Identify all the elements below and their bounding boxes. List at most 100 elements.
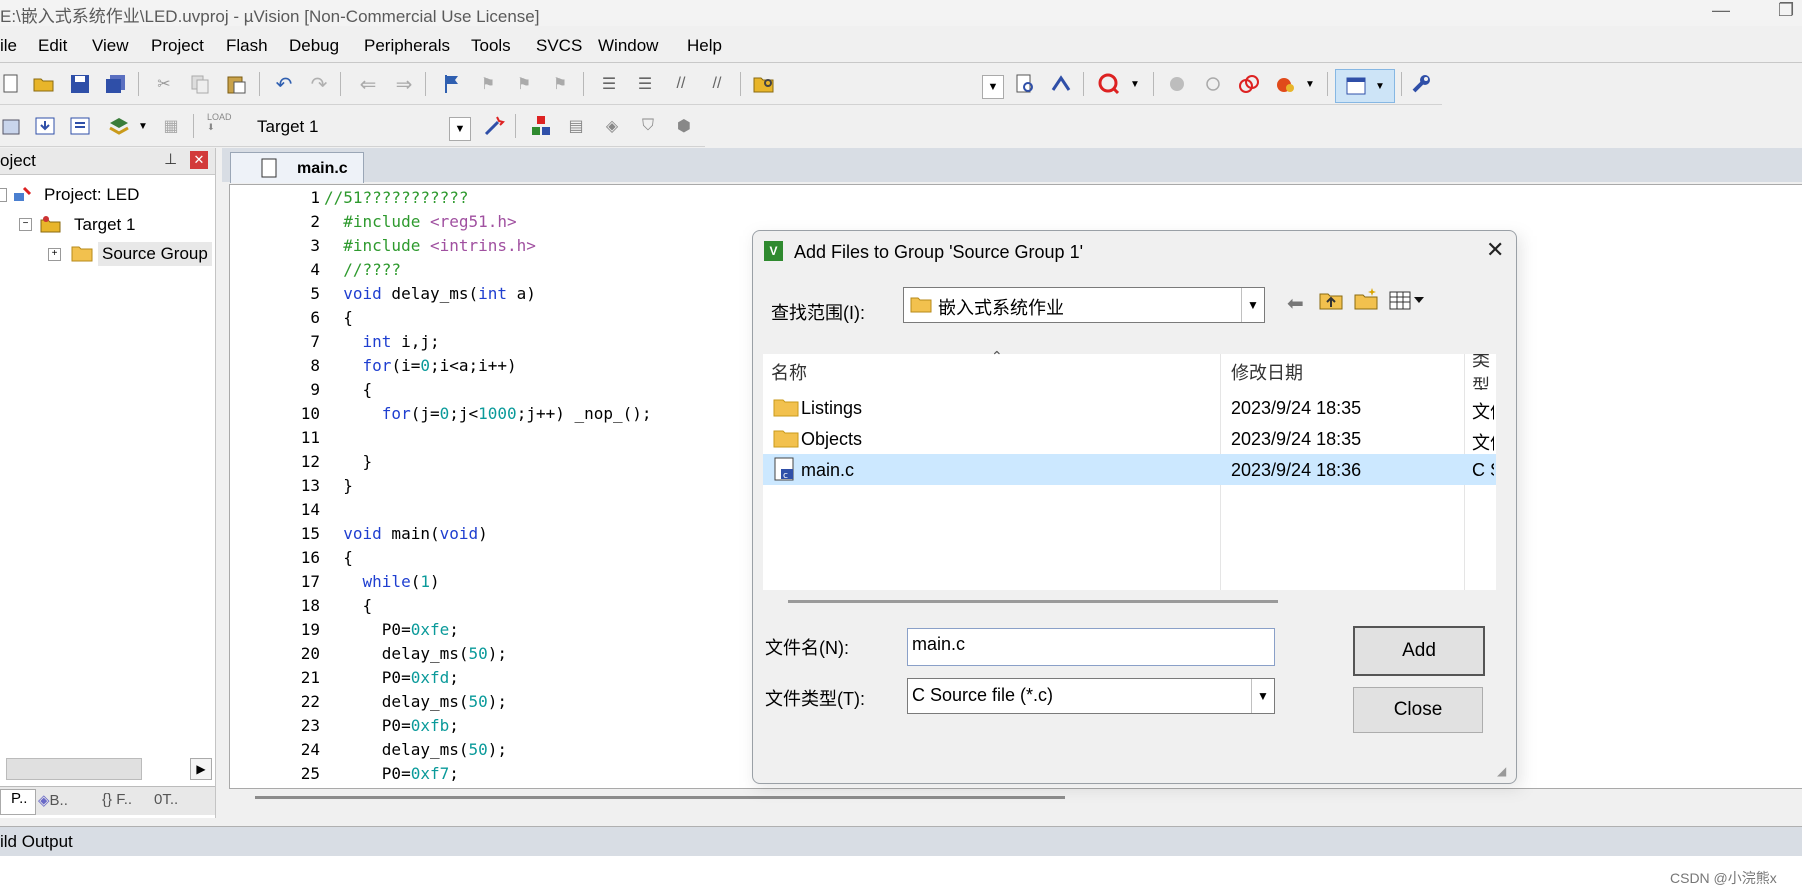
rte-icon[interactable]: ⬢ <box>673 115 695 137</box>
new-file-icon[interactable] <box>0 73 22 95</box>
open-folder-icon[interactable] <box>33 73 55 95</box>
uncomment-icon[interactable]: // <box>706 73 728 95</box>
file-extensions-icon[interactable]: ▤ <box>565 115 587 137</box>
find-in-files-icon[interactable] <box>753 73 775 95</box>
bookmark-clear-icon[interactable]: ⚑ <box>549 73 571 95</box>
save-all-icon[interactable] <box>105 73 127 95</box>
undo-icon[interactable]: ↶ <box>273 73 295 96</box>
tab-main-c[interactable]: main.c <box>230 152 364 183</box>
replace-icon[interactable] <box>1050 73 1072 95</box>
find-combo-dropdown-icon[interactable]: ▼ <box>982 75 1004 99</box>
bookmark-prev-icon[interactable]: ⚑ <box>477 73 499 95</box>
look-in-combo[interactable]: 嵌入式系统作业 ▼ <box>903 287 1265 323</box>
uvision-logo-icon: V <box>764 241 783 261</box>
bookmark-icon[interactable] <box>441 73 463 95</box>
back-arrow-icon[interactable]: ⬅ <box>1287 291 1304 316</box>
download-icon[interactable]: LOAD ⬇ <box>207 112 232 132</box>
window-layout-button[interactable]: ▼ <box>1335 69 1395 103</box>
build-icon[interactable] <box>34 115 56 137</box>
target-select[interactable]: Target 1 ▼ <box>255 112 473 142</box>
paste-icon[interactable] <box>225 73 247 95</box>
manage-components-icon[interactable] <box>530 115 552 137</box>
debug-dropdown-icon[interactable]: ▼ <box>1124 73 1146 95</box>
translate-icon[interactable] <box>0 115 22 137</box>
tab-project[interactable]: P.. <box>0 789 36 815</box>
file-row-listings[interactable]: Listings 2023/9/24 18:35 文件夹 <box>763 392 1496 423</box>
column-name-header[interactable]: 名称 <box>771 354 807 390</box>
stop-build-icon[interactable]: ▦ <box>160 115 182 137</box>
new-folder-icon[interactable] <box>1354 287 1378 316</box>
books-icon: ◈ <box>38 792 50 809</box>
code-line: delay_ms(50); <box>324 692 508 711</box>
menu-help[interactable]: Help <box>687 36 722 56</box>
file-list-hscroll-thumb[interactable] <box>788 600 1278 603</box>
target-options-icon[interactable] <box>483 115 505 137</box>
breakpoint-kill-icon[interactable] <box>1238 73 1260 95</box>
project-hscrollbar[interactable]: ▶ <box>0 758 212 782</box>
restore-button[interactable]: ❐ <box>1778 0 1794 21</box>
menu-view[interactable]: View <box>92 36 129 56</box>
look-in-dropdown-icon[interactable]: ▼ <box>1241 288 1264 322</box>
pack-installer-icon[interactable]: ⛉ <box>637 115 659 137</box>
rebuild-icon[interactable] <box>69 115 91 137</box>
debug-session-icon[interactable] <box>1098 73 1120 95</box>
batch-build-dropdown-icon[interactable]: ▼ <box>132 115 154 137</box>
menu-peripherals[interactable]: Peripherals <box>364 36 450 56</box>
code-line: { <box>324 380 373 399</box>
nav-back-icon[interactable]: ⇐ <box>357 73 379 96</box>
indent-icon[interactable]: ☰ <box>598 73 620 95</box>
editor-hscroll-thumb[interactable] <box>255 796 1065 799</box>
menu-edit[interactable]: Edit <box>38 36 67 56</box>
tab-functions-label: F.. <box>116 791 133 808</box>
menu-window[interactable]: Window <box>598 36 658 56</box>
batch-build-icon[interactable] <box>108 115 130 137</box>
select-packs-icon[interactable]: ◈ <box>601 115 623 137</box>
redo-icon[interactable]: ↷ <box>308 73 330 96</box>
download-label: LOAD <box>207 112 232 122</box>
file-row-objects[interactable]: Objects 2023/9/24 18:35 文件夹 <box>763 423 1496 454</box>
tree-project-label[interactable]: Project: LED <box>44 185 139 205</box>
menu-project[interactable]: Project <box>151 36 204 56</box>
scroll-thumb[interactable] <box>6 758 142 780</box>
tree-collapse-target-icon[interactable]: − <box>19 218 32 231</box>
menu-debug[interactable]: Debug <box>289 36 339 56</box>
dialog-close-icon[interactable]: ✕ <box>1486 237 1504 263</box>
view-menu-icon[interactable] <box>1389 289 1429 316</box>
tab-books[interactable]: ◈B.. <box>38 791 68 809</box>
tree-collapse-icon[interactable] <box>0 188 7 202</box>
file-list[interactable]: ⌃ 名称 修改日期 类型 Listings 2023/9/24 18:35 文件… <box>763 348 1496 603</box>
cut-icon[interactable]: ✂ <box>153 73 175 95</box>
menu-flash[interactable]: Flash <box>226 36 268 56</box>
pin-icon[interactable]: ⊥ <box>164 150 177 168</box>
look-in-label: 查找范围(I): <box>771 303 865 323</box>
breakpoint-dropdown-icon[interactable]: ▼ <box>1299 73 1321 95</box>
tree-target-label[interactable]: Target 1 <box>74 215 135 235</box>
save-icon[interactable] <box>69 73 91 95</box>
breakpoint-enable-all-icon[interactable] <box>1274 73 1296 95</box>
bookmark-next-icon[interactable]: ⚑ <box>513 73 535 95</box>
file-row-main-c[interactable]: c main.c 2023/9/24 18:36 C Source <box>763 454 1496 485</box>
code-line: delay_ms(50); <box>324 644 508 663</box>
minimize-button[interactable]: — <box>1712 0 1730 21</box>
tree-source-group-label[interactable]: Source Group <box>98 242 212 266</box>
column-date-header[interactable]: 修改日期 <box>1231 354 1303 390</box>
up-folder-icon[interactable] <box>1319 289 1343 316</box>
tab-functions[interactable]: {} F.. <box>102 791 132 808</box>
unindent-icon[interactable]: ☰ <box>634 73 656 95</box>
menu-tools[interactable]: Tools <box>471 36 511 56</box>
copy-icon[interactable] <box>189 73 211 95</box>
find-icon[interactable] <box>1014 73 1036 95</box>
scroll-right-arrow-icon[interactable]: ▶ <box>190 758 212 780</box>
line-number: 24 <box>300 740 320 759</box>
menu-svcs[interactable]: SVCS <box>536 36 582 56</box>
configure-wrench-icon[interactable] <box>1410 73 1432 95</box>
comment-icon[interactable]: // <box>670 73 692 95</box>
tab-templates[interactable]: 0T.. <box>154 791 178 808</box>
column-type-header[interactable]: 类型 <box>1472 354 1494 390</box>
breakpoint-icon[interactable] <box>1166 73 1188 95</box>
tree-expand-group-icon[interactable]: + <box>48 248 61 261</box>
nav-forward-icon[interactable]: ⇒ <box>393 73 415 96</box>
breakpoint-disable-icon[interactable] <box>1202 73 1224 95</box>
close-panel-icon[interactable]: ✕ <box>190 151 208 169</box>
menu-file[interactable]: ile <box>0 36 17 56</box>
